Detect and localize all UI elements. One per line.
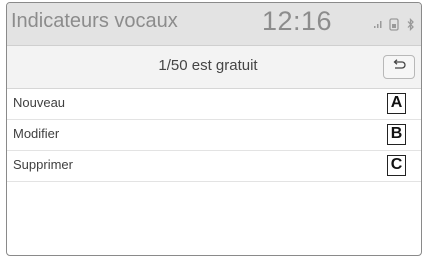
- header-bar: Indicateurs vocaux 12:16: [7, 3, 421, 46]
- menu-item-new[interactable]: Nouveau A: [7, 89, 421, 120]
- callout-marker: B: [387, 124, 406, 145]
- menu-item-label: Modifier: [13, 126, 60, 141]
- menu-item-label: Nouveau: [13, 95, 66, 110]
- free-slots-text: 1/50 est gratuit: [158, 57, 258, 74]
- callout-marker: A: [387, 93, 406, 114]
- callout-marker: C: [387, 155, 406, 176]
- subheader-bar: 1/50 est gratuit: [7, 46, 421, 89]
- menu-item-edit[interactable]: Modifier B: [7, 120, 421, 151]
- menu-item-delete[interactable]: Supprimer C: [7, 151, 421, 182]
- back-button[interactable]: [383, 55, 415, 79]
- menu-item-label: Supprimer: [13, 157, 73, 172]
- signal-icon: [374, 20, 382, 28]
- return-arrow-icon: [391, 58, 407, 76]
- page-title: Indicateurs vocaux: [11, 10, 178, 32]
- bluetooth-icon: [406, 17, 415, 31]
- clock: 12:16: [262, 6, 333, 36]
- menu-list: Nouveau A Modifier B Supprimer C: [7, 89, 421, 182]
- phone-battery-icon: [389, 17, 399, 31]
- status-icons: [374, 16, 415, 32]
- display-screen: Indicateurs vocaux 12:16 1/50 est gratui…: [6, 2, 422, 256]
